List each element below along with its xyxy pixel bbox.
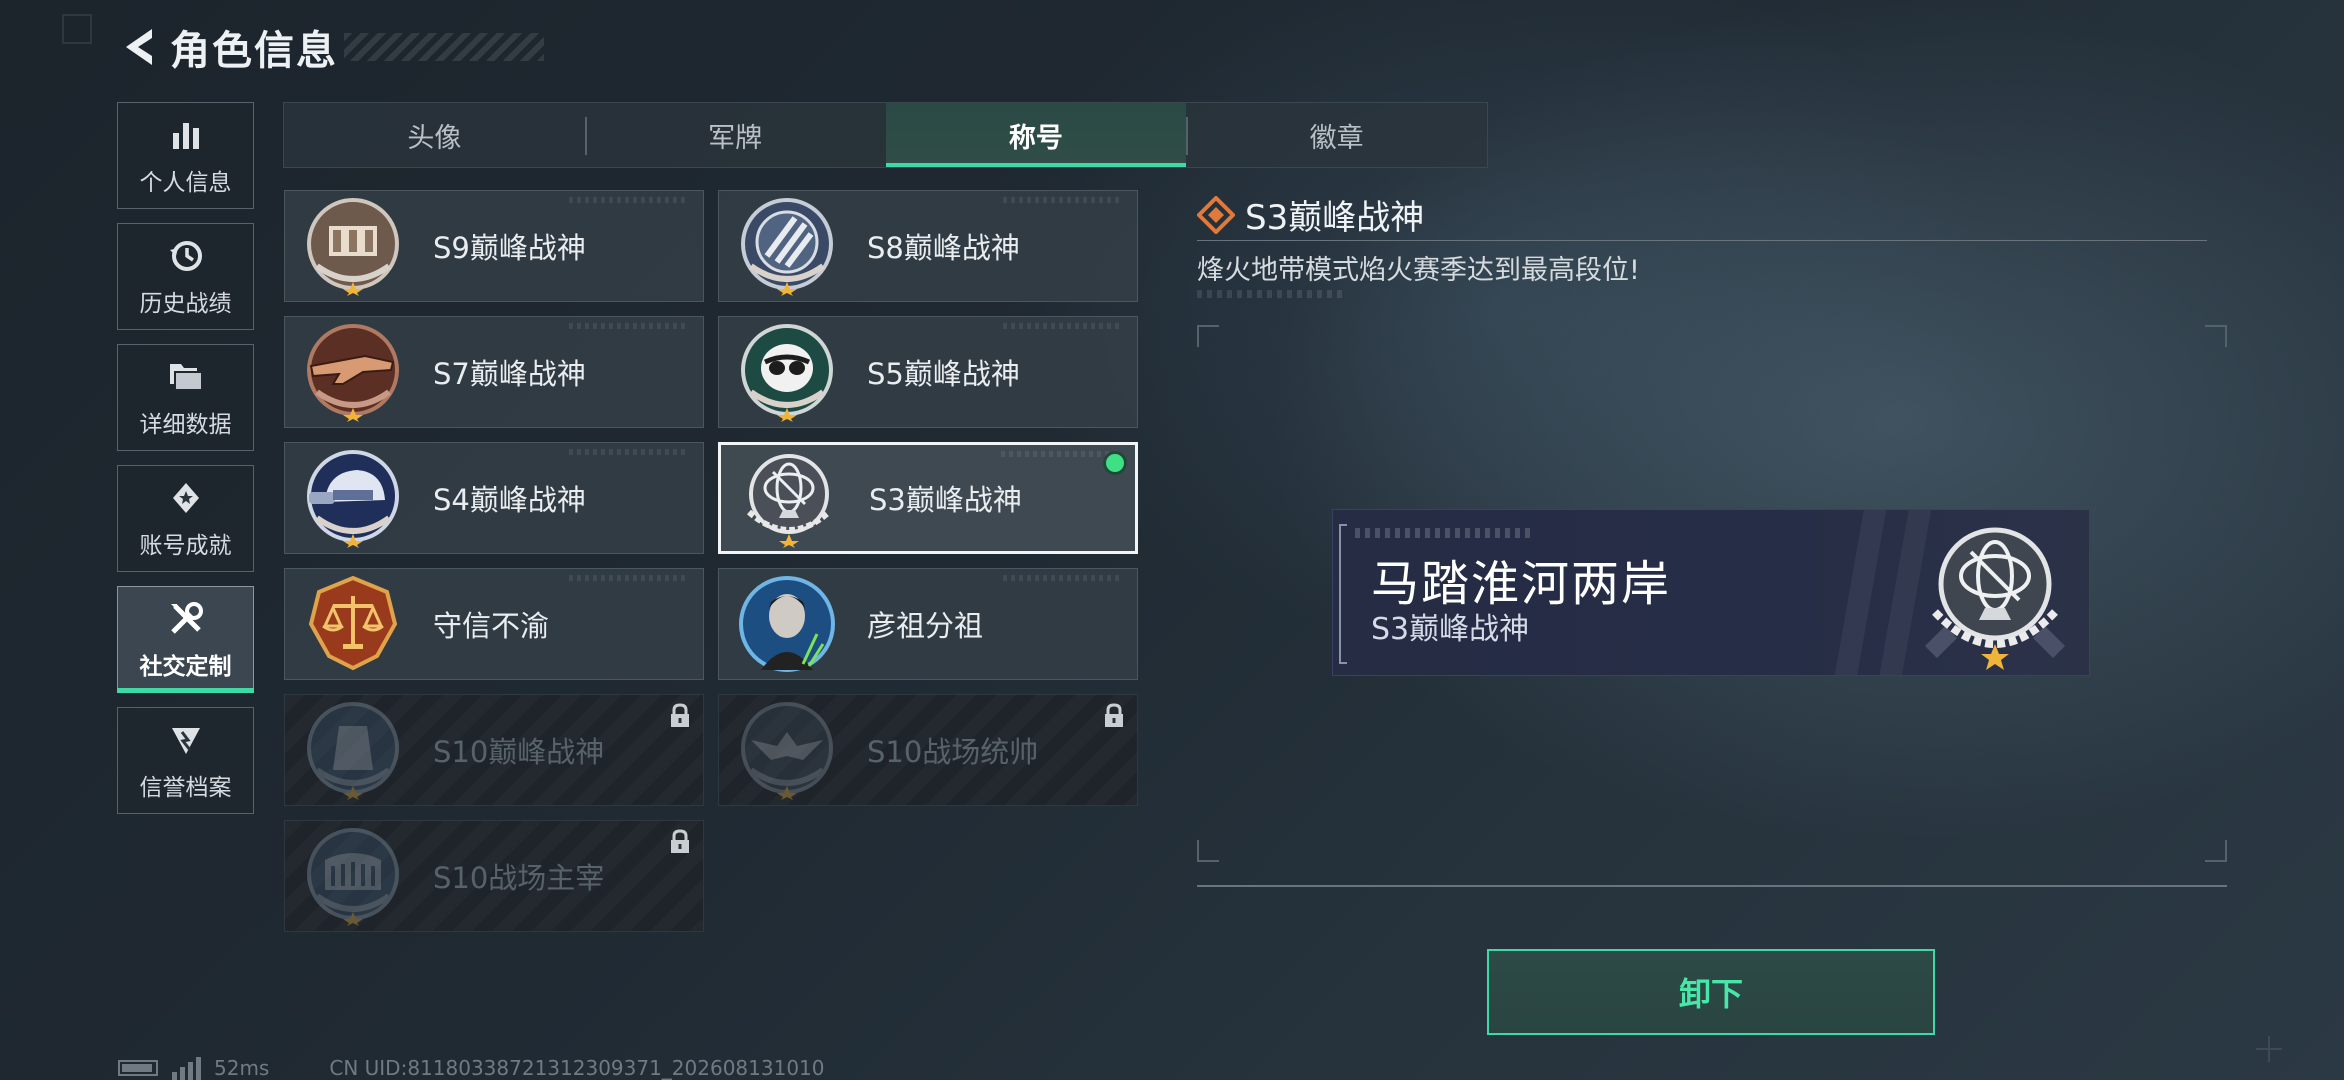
status-footer: 52ms CN UID:81180338721312309371_2026081… <box>118 1056 825 1080</box>
frame-corner <box>1197 325 1219 347</box>
sidebar-item-label: 社交定制 <box>139 653 232 680</box>
diamond-icon <box>1197 195 1235 234</box>
tab-avatar[interactable]: 头像 <box>284 103 585 167</box>
sidebar-item-label: 个人信息 <box>139 169 232 196</box>
skull-emblem-icon <box>741 324 833 422</box>
armillary-emblem-icon <box>1925 527 2065 670</box>
fortress-emblem-icon <box>307 198 399 296</box>
history-clock-icon <box>166 236 206 276</box>
tools-icon <box>166 599 206 639</box>
title-card-yanzu[interactable]: 彦祖分祖 <box>718 568 1138 680</box>
detail-divider <box>1197 240 2207 241</box>
title-card-label: S9巅峰战神 <box>433 231 586 265</box>
sidebar-item-social-custom[interactable]: 社交定制 <box>117 586 254 693</box>
ping-value: 52ms <box>214 1056 270 1080</box>
card-decoration <box>1001 451 1121 457</box>
title-card-label: S7巅峰战神 <box>433 357 586 391</box>
sidebar: 个人信息 历史战绩 详细数据 账号成就 社交定制 信誉档案 <box>117 102 254 828</box>
back-arrow-icon <box>126 29 152 65</box>
title-card-label: S3巅峰战神 <box>869 483 1022 517</box>
crosshair-decoration <box>2256 1036 2282 1062</box>
title-card-label: S10战场统帅 <box>867 735 1039 769</box>
card-decoration <box>1003 197 1123 203</box>
sidebar-item-history[interactable]: 历史战绩 <box>117 223 254 330</box>
sidebar-item-personal-info[interactable]: 个人信息 <box>117 102 254 209</box>
sidebar-item-achievements[interactable]: 账号成就 <box>117 465 254 572</box>
sidebar-item-credit-profile[interactable]: 信誉档案 <box>117 707 254 814</box>
title-card-s10-peak[interactable]: S10巅峰战神 <box>284 694 704 806</box>
title-decoration <box>344 33 544 61</box>
tab-bar: 头像 军牌 称号 徽章 <box>283 102 1488 168</box>
equipped-indicator <box>1103 451 1127 475</box>
bar-chart-icon <box>166 115 206 155</box>
title-card-label: S8巅峰战神 <box>867 231 1020 265</box>
lock-icon <box>1105 703 1123 727</box>
colosseum-emblem-icon <box>307 828 399 926</box>
title-card-s5[interactable]: S5巅峰战神 <box>718 316 1138 428</box>
title-card-label: 彦祖分祖 <box>867 609 984 643</box>
back-button[interactable] <box>118 22 162 72</box>
title-card-honesty[interactable]: 守信不渝 <box>284 568 704 680</box>
title-card-s8[interactable]: S8巅峰战神 <box>718 190 1138 302</box>
scales-emblem-icon <box>308 575 398 671</box>
sidebar-item-label: 详细数据 <box>139 411 232 438</box>
title-card-s9[interactable]: S9巅峰战神 <box>284 190 704 302</box>
helmet-emblem-icon <box>307 450 399 548</box>
title-card-s4[interactable]: S4巅峰战神 <box>284 442 704 554</box>
title-card-s7[interactable]: S7巅峰战神 <box>284 316 704 428</box>
title-preview-card: 马踏淮河两岸 S3巅峰战神 <box>1332 509 2090 676</box>
title-card-label: S10战场主宰 <box>433 861 605 895</box>
achievement-icon <box>166 478 206 518</box>
tab-badge[interactable]: 徽章 <box>1186 103 1487 167</box>
corner-decoration <box>62 14 92 44</box>
sidebar-item-label: 账号成就 <box>139 532 232 559</box>
preview-title: S3巅峰战神 <box>1371 612 1530 647</box>
detail-title: S3巅峰战神 <box>1245 198 1425 238</box>
detail-description: 烽火地带模式焰火赛季达到最高段位! <box>1197 255 1640 286</box>
card-decoration <box>1003 575 1123 581</box>
battery-icon <box>118 1060 158 1076</box>
page-title: 角色信息 <box>170 28 338 74</box>
sidebar-item-label: 历史战绩 <box>139 290 232 317</box>
lock-icon <box>671 703 689 727</box>
rifle-emblem-icon <box>307 324 399 422</box>
title-card-s10-ruler[interactable]: S10战场主宰 <box>284 820 704 932</box>
card-decoration <box>569 449 689 455</box>
lock-icon <box>671 829 689 853</box>
tab-dog-tag[interactable]: 军牌 <box>584 103 886 167</box>
user-uid: CN UID:81180338721312309371_202608131010 <box>329 1056 825 1080</box>
tab-title[interactable]: 称号 <box>885 103 1187 167</box>
frame-corner <box>1197 840 1219 862</box>
detail-decoration <box>1197 290 1347 298</box>
page-header: 角色信息 <box>118 22 544 74</box>
title-card-label: S10巅峰战神 <box>433 735 605 769</box>
frame-corner <box>2205 325 2227 347</box>
tower-emblem-icon <box>307 702 399 800</box>
signal-icon <box>172 1056 206 1080</box>
folder-icon <box>166 357 206 397</box>
preview-code-decoration <box>1355 528 1535 538</box>
title-card-s10-commander[interactable]: S10战场统帅 <box>718 694 1138 806</box>
preview-bracket <box>1339 524 1347 664</box>
eagle-emblem-icon <box>741 702 833 800</box>
sidebar-item-label: 信誉档案 <box>139 774 232 801</box>
card-decoration <box>1003 323 1123 329</box>
detail-bottom-divider <box>1197 885 2227 887</box>
card-decoration <box>569 197 689 203</box>
card-decoration <box>569 323 689 329</box>
title-card-label: S4巅峰战神 <box>433 483 586 517</box>
title-grid: S9巅峰战神 S8巅峰战神 S7巅峰战神 S5巅峰战神 S4巅峰战神 S3巅峰战… <box>284 190 1138 932</box>
unequip-button[interactable]: 卸下 <box>1487 949 1935 1035</box>
portrait-emblem-icon <box>739 576 835 672</box>
card-decoration <box>569 575 689 581</box>
detail-header: S3巅峰战神 <box>1197 190 1424 239</box>
title-card-s3[interactable]: S3巅峰战神 <box>718 442 1138 554</box>
sidebar-item-detailed-data[interactable]: 详细数据 <box>117 344 254 451</box>
title-card-label: S5巅峰战神 <box>867 357 1020 391</box>
armillary-emblem-icon <box>746 454 832 548</box>
title-card-label: 守信不渝 <box>433 609 550 643</box>
frame-corner <box>2205 840 2227 862</box>
stripes-emblem-icon <box>741 198 833 296</box>
credit-badge-icon <box>166 720 206 760</box>
